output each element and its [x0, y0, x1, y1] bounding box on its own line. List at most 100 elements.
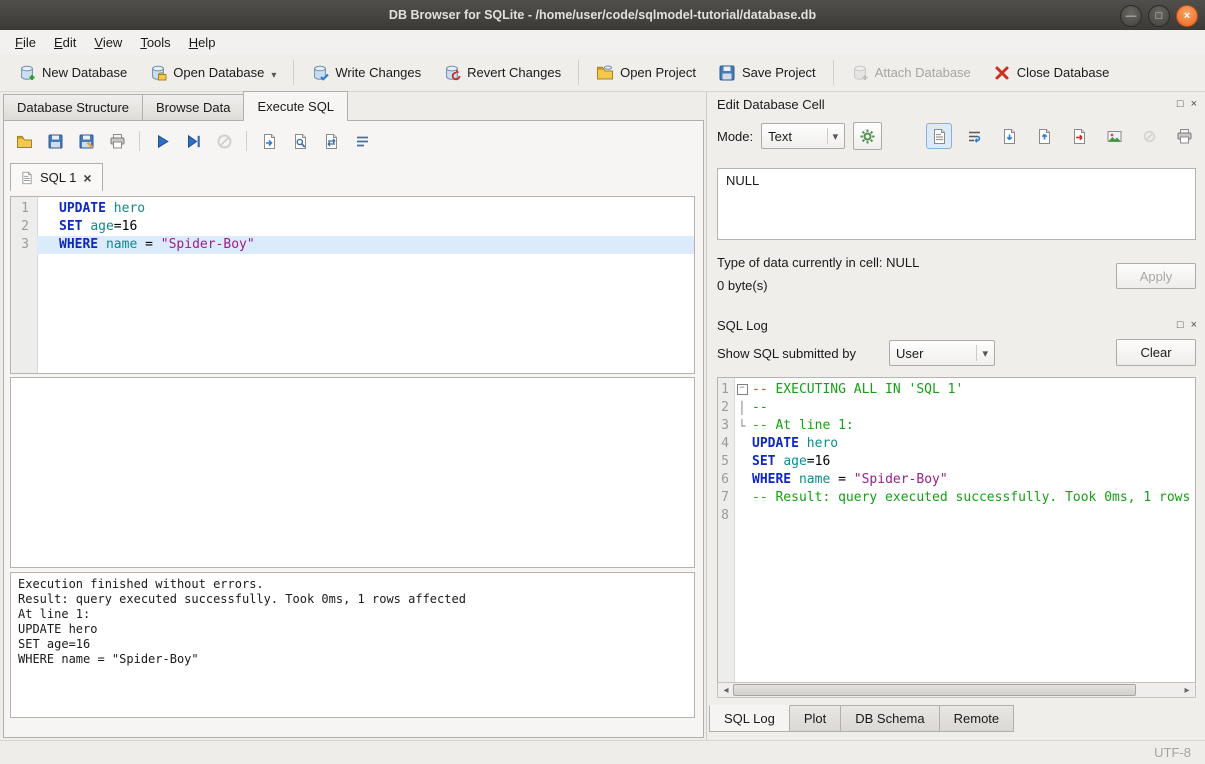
- write-changes-button[interactable]: Write Changes: [301, 59, 431, 87]
- code-line[interactable]: 2│--: [718, 399, 1195, 417]
- fold-marker: └: [734, 417, 750, 435]
- open-image-button[interactable]: [1101, 123, 1127, 149]
- menu-help[interactable]: Help: [180, 32, 225, 53]
- replace-icon: [322, 132, 340, 150]
- horizontal-scrollbar[interactable]: ◂ ▸: [717, 682, 1196, 698]
- close-icon[interactable]: ×: [1191, 98, 1197, 111]
- execute-all-button[interactable]: [148, 127, 176, 155]
- execute-current-line-button[interactable]: [179, 127, 207, 155]
- menu-file[interactable]: File: [6, 32, 45, 53]
- window-controls: — □ ×: [1120, 5, 1198, 27]
- window-title: DB Browser for SQLite - /home/user/code/…: [389, 8, 816, 22]
- code-text: -- Result: query executed successfully. …: [750, 489, 1196, 507]
- menu-view[interactable]: View: [85, 32, 131, 53]
- mode-value: Text: [768, 129, 821, 144]
- sql-editor[interactable]: 1UPDATE hero2SET age=163WHERE name = "Sp…: [10, 196, 695, 374]
- code-line[interactable]: 4UPDATE hero: [718, 435, 1195, 453]
- open-database-button[interactable]: Open Database▾: [139, 59, 286, 87]
- close-database-icon: [993, 64, 1011, 82]
- tab-label: Remote: [954, 711, 1000, 726]
- statusbar: UTF-8: [0, 740, 1205, 764]
- bottom-tab-sql-log[interactable]: SQL Log: [709, 705, 790, 732]
- tab-label: Browse Data: [156, 100, 230, 115]
- clear-log-button[interactable]: Clear: [1116, 339, 1196, 366]
- close-icon[interactable]: ×: [1191, 319, 1197, 332]
- scroll-left-icon[interactable]: ◂: [718, 685, 734, 696]
- fold-marker: [734, 489, 750, 507]
- line-number: 8: [718, 507, 734, 525]
- code-line[interactable]: 8: [718, 507, 1195, 525]
- tab-close-icon[interactable]: ×: [82, 171, 92, 185]
- minimize-icon[interactable]: —: [1120, 5, 1142, 27]
- replace-button[interactable]: [317, 127, 345, 155]
- bottom-tab-remote[interactable]: Remote: [939, 705, 1015, 732]
- export-results-button[interactable]: [255, 127, 283, 155]
- code-line[interactable]: 1UPDATE hero: [11, 200, 694, 218]
- open-project-button[interactable]: Open Project: [586, 59, 706, 87]
- find-button[interactable]: [286, 127, 314, 155]
- log-filter-select[interactable]: User ▾: [889, 340, 995, 366]
- mode-select[interactable]: Text ▾: [761, 123, 845, 149]
- scroll-right-icon[interactable]: ▸: [1179, 685, 1195, 696]
- sql-file-tab[interactable]: SQL 1 ×: [10, 163, 103, 191]
- export-text-button[interactable]: [1031, 123, 1057, 149]
- titlebar[interactable]: DB Browser for SQLite - /home/user/code/…: [0, 0, 1205, 30]
- dropdown-caret-icon[interactable]: ▾: [271, 70, 276, 81]
- code-line[interactable]: 7-- Result: query executed successfully.…: [718, 489, 1195, 507]
- results-grid[interactable]: [10, 377, 695, 568]
- code-text: --: [750, 399, 1195, 417]
- scrollbar-thumb[interactable]: [733, 684, 1136, 696]
- new-database-icon: [18, 64, 36, 82]
- revert-changes-button[interactable]: Revert Changes: [433, 59, 571, 87]
- word-wrap-cell-button[interactable]: [961, 123, 987, 149]
- word-wrap-button[interactable]: [348, 127, 376, 155]
- code-line[interactable]: 6WHERE name = "Spider-Boy": [718, 471, 1195, 489]
- import-text-button[interactable]: [996, 123, 1022, 149]
- cell-editor-toolbar: [926, 123, 1199, 149]
- sql-log-view[interactable]: 1−-- EXECUTING ALL IN 'SQL 1'2│--3└-- At…: [717, 377, 1196, 684]
- write-changes-icon: [311, 64, 329, 82]
- close-database-button[interactable]: Close Database: [983, 59, 1120, 87]
- code-text: [750, 507, 1195, 525]
- float-icon[interactable]: □: [1177, 319, 1184, 332]
- save-sql-file-button[interactable]: [41, 127, 69, 155]
- menu-label: View: [94, 35, 122, 50]
- tab-label: DB Schema: [855, 711, 924, 726]
- save-sql-file-as-button[interactable]: [72, 127, 100, 155]
- save-sql-file-icon: [46, 132, 64, 150]
- save-cell-as-button[interactable]: [1066, 123, 1092, 149]
- fold-marker[interactable]: −: [734, 381, 750, 399]
- menu-label: Edit: [54, 35, 76, 50]
- sql-log-title: SQL Log: [717, 318, 768, 333]
- print-cell-button[interactable]: [1171, 123, 1197, 149]
- auto-switch-mode-button[interactable]: [853, 122, 882, 150]
- stop-execution-button: [210, 127, 238, 155]
- code-line[interactable]: 5SET age=16: [718, 453, 1195, 471]
- tab-execute-sql[interactable]: Execute SQL: [243, 91, 348, 121]
- bottom-tab-db-schema[interactable]: DB Schema: [840, 705, 939, 732]
- bottom-tab-plot[interactable]: Plot: [789, 705, 841, 732]
- menu-edit[interactable]: Edit: [45, 32, 85, 53]
- open-sql-file-button[interactable]: [10, 127, 38, 155]
- collapse-icon[interactable]: −: [737, 384, 748, 395]
- word-wrap-cell-icon: [965, 127, 983, 145]
- new-database-button[interactable]: New Database: [8, 59, 137, 87]
- code-line[interactable]: 3└-- At line 1:: [718, 417, 1195, 435]
- code-line[interactable]: 2SET age=16: [11, 218, 694, 236]
- tab-database-structure[interactable]: Database Structure: [3, 94, 143, 121]
- menu-tools[interactable]: Tools: [131, 32, 179, 53]
- print-button[interactable]: [103, 127, 131, 155]
- float-icon[interactable]: □: [1177, 98, 1184, 111]
- execution-message[interactable]: Execution finished without errors. Resul…: [10, 572, 695, 718]
- save-project-button[interactable]: Save Project: [708, 59, 826, 87]
- maximize-icon[interactable]: □: [1148, 5, 1170, 27]
- code-line[interactable]: 1−-- EXECUTING ALL IN 'SQL 1': [718, 381, 1195, 399]
- cell-value-editor[interactable]: NULL: [717, 168, 1196, 240]
- set-null-button: [1136, 123, 1162, 149]
- text-mode-button[interactable]: [926, 123, 952, 149]
- line-number: 6: [718, 471, 734, 489]
- edit-cell-dock-header: Edit Database Cell □ ×: [717, 95, 1197, 113]
- tab-browse-data[interactable]: Browse Data: [142, 94, 244, 121]
- window-close-icon[interactable]: ×: [1176, 5, 1198, 27]
- code-line[interactable]: 3WHERE name = "Spider-Boy": [11, 236, 694, 254]
